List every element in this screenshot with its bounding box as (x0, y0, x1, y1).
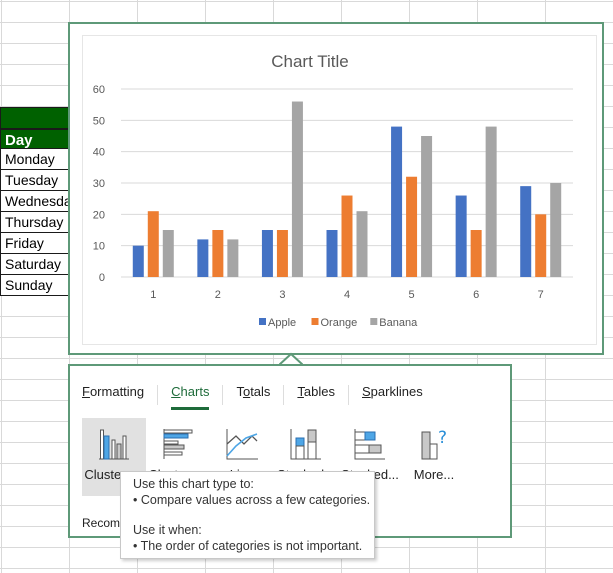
bar-banana (356, 211, 368, 277)
bar-orange (147, 211, 159, 277)
clustered-bar-icon (163, 429, 193, 459)
tab-label: parklines (370, 384, 423, 399)
bar-orange (276, 230, 288, 277)
day-cell[interactable]: Sunday (0, 275, 69, 296)
bar-apple (520, 186, 532, 277)
tab-label: tals (250, 384, 271, 399)
y-tick-label: 40 (93, 147, 105, 159)
option-more-charts[interactable]: ? More... (402, 418, 466, 496)
stacked-bar-icon (354, 429, 385, 460)
day-cell[interactable]: Saturday (0, 254, 69, 275)
bar-banana (550, 183, 562, 277)
y-tick-label: 10 (93, 241, 105, 253)
clustered-column-chart: Chart Title 0 10 20 30 40 50 60 1 2 3 4 5 6 7 Apple Oran… (93, 52, 573, 329)
tab-sparklines[interactable]: Sparklines (349, 382, 436, 408)
bar-orange (212, 230, 224, 277)
bar-orange (406, 176, 418, 277)
line-chart-icon (226, 429, 258, 460)
tooltip-bullet: • The order of categories is not importa… (133, 539, 363, 553)
bar-orange (470, 230, 482, 277)
day-cell[interactable]: Wednesday (0, 191, 69, 212)
bar-banana (421, 136, 433, 277)
tab-label: ormatting (89, 384, 145, 399)
bar-banana (162, 230, 174, 277)
bar-orange (535, 214, 547, 277)
legend-label-apple: Apple (268, 317, 296, 329)
bar-banana (227, 239, 239, 277)
x-tick-label: 6 (473, 289, 479, 301)
legend-swatch-banana (370, 318, 378, 325)
tab-totals[interactable]: Totals (223, 382, 283, 408)
more-charts-icon: ? (421, 428, 447, 460)
legend-label-orange: Orange (321, 317, 358, 329)
x-tick-label: 2 (215, 289, 221, 301)
stacked-column-icon (290, 429, 321, 460)
svg-text:?: ? (438, 428, 447, 448)
y-tick-label: 0 (99, 272, 105, 284)
chart-type-tooltip: Use this chart type to: • Compare values… (120, 471, 375, 559)
x-tick-label: 1 (150, 289, 156, 301)
y-tick-label: 20 (93, 209, 105, 221)
day-cell[interactable]: Thursday (0, 212, 69, 233)
tab-label: ables (303, 384, 335, 399)
day-cell[interactable]: Monday (0, 149, 69, 170)
tooltip-heading: Use this chart type to: (133, 477, 254, 491)
day-header-cell[interactable]: Day (0, 128, 69, 149)
x-tick-label: 5 (409, 289, 415, 301)
bar-apple (326, 230, 338, 277)
bar-apple (132, 245, 144, 277)
tooltip-bullet: • Compare values across a few categories… (133, 493, 371, 507)
tab-label: harts (180, 384, 210, 399)
bar-apple (261, 230, 273, 277)
legend-swatch-apple (259, 318, 266, 325)
tab-tables[interactable]: Tables (284, 382, 348, 408)
day-cell[interactable]: Friday (0, 233, 69, 254)
table-header-row[interactable] (0, 107, 69, 128)
y-tick-label: 50 (93, 115, 105, 127)
tab-formatting[interactable]: Formatting (82, 382, 157, 408)
tab-mnemonic: S (362, 384, 371, 399)
bar-apple (391, 126, 403, 277)
bar-orange (341, 195, 353, 277)
x-tick-label: 3 (279, 289, 285, 301)
chart-preview: Chart Title 0 10 20 30 40 50 60 1 2 3 4 5 6 7 Apple Oran… (68, 22, 604, 355)
tab-charts[interactable]: Charts (158, 382, 222, 410)
tooltip-heading: Use it when: (133, 523, 202, 537)
chart-area: Chart Title 0 10 20 30 40 50 60 1 2 3 4 5 6 7 Apple Oran… (82, 35, 597, 345)
bar-apple (455, 195, 467, 277)
y-tick-label: 60 (93, 84, 105, 96)
bar-banana (291, 101, 303, 278)
legend-swatch-orange (311, 318, 319, 325)
tab-mnemonic: F (82, 384, 90, 399)
legend-label-banana: Banana (379, 317, 418, 329)
x-tick-label: 7 (538, 289, 544, 301)
bar-apple (197, 239, 209, 277)
clustered-column-icon (99, 429, 129, 460)
bar-banana (485, 126, 497, 277)
tab-mnemonic: C (171, 384, 181, 399)
x-tick-label: 4 (344, 289, 350, 301)
chart-title: Chart Title (271, 52, 348, 71)
quick-analysis-tabs: Formatting Charts Totals Tables Sparklin… (82, 382, 436, 410)
day-cell[interactable]: Tuesday (0, 170, 69, 191)
y-tick-label: 30 (93, 178, 105, 190)
option-label: More... (413, 467, 455, 482)
data-table: Day Monday Tuesday Wednesday Thursday Fr… (0, 107, 69, 296)
